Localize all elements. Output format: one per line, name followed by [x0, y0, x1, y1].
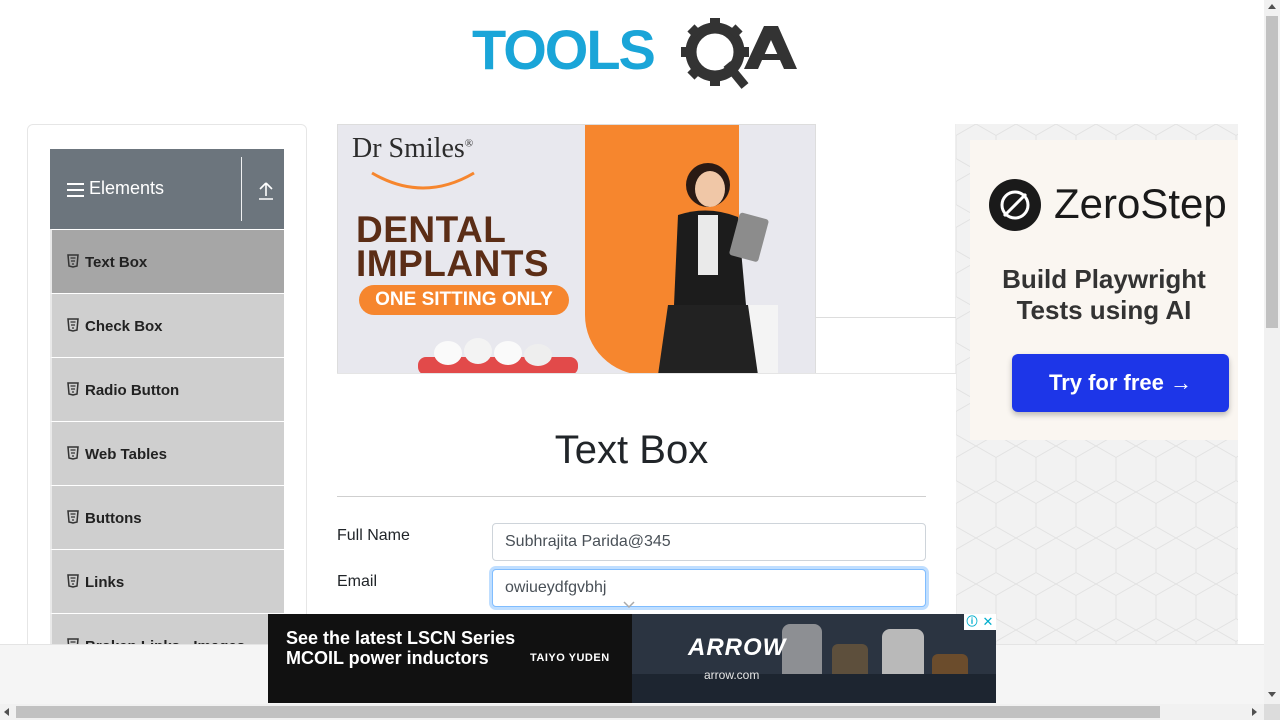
zerostep-tagline-line1: Build Playwright	[1002, 264, 1206, 294]
left-panel: Elements Text Box Check Box Radio Button…	[27, 124, 307, 654]
html5-icon	[67, 382, 79, 396]
scroll-down-icon[interactable]	[1268, 692, 1276, 697]
registered-mark: ®	[464, 137, 474, 150]
email-input[interactable]	[492, 569, 926, 607]
scroll-up-icon[interactable]	[1268, 4, 1276, 9]
ad-sponsor: TAIYO YUDEN	[530, 652, 610, 664]
banner-brand-text: Dr Smiles	[352, 133, 465, 164]
banner-brand: Dr Smiles®	[352, 133, 473, 165]
banner-headline: DENTAL IMPLANTS	[356, 209, 550, 284]
components-photo	[632, 614, 996, 703]
scrollbar-corner	[1264, 704, 1280, 720]
sidebar-item-text-box[interactable]: Text Box	[50, 229, 284, 293]
zerostep-brand: ZeroStep	[1054, 180, 1227, 227]
full-name-label: Full Name	[337, 527, 410, 544]
zerostep-card: ZeroStep Build Playwright Tests using AI…	[970, 140, 1238, 440]
sidebar-item-radio-button[interactable]: Radio Button	[50, 357, 284, 421]
ad-headline: See the latest LSCN Series MCOIL power i…	[286, 628, 516, 668]
zerostep-logo-icon	[989, 179, 1041, 231]
sidebar-item-links[interactable]: Links	[50, 549, 284, 613]
hamburger-icon	[67, 183, 84, 197]
zerostep-ad[interactable]: ZeroStep Build Playwright Tests using AI…	[956, 124, 1238, 654]
sidebar-item-label: Web Tables	[85, 446, 167, 463]
horizontal-scrollbar[interactable]	[0, 704, 1264, 720]
svg-text:TOOLS: TOOLS	[472, 18, 655, 81]
sidebar-item-label: Radio Button	[85, 382, 180, 399]
zerostep-tagline-line2: Tests using AI	[1016, 295, 1192, 325]
html5-icon	[67, 318, 79, 332]
full-name-input[interactable]	[492, 523, 926, 561]
html5-icon	[67, 510, 79, 524]
site-header: TOOLS	[0, 0, 1264, 110]
group-title: Elements	[89, 178, 165, 198]
arrow-logo: ARROW	[688, 634, 787, 661]
sidebar-item-label: Buttons	[85, 510, 142, 527]
smile-icon	[371, 171, 475, 190]
sidebar-item-buttons[interactable]: Buttons	[50, 485, 284, 549]
page-title: Text Box	[554, 428, 709, 472]
html5-icon	[67, 574, 79, 588]
woman-with-tablet-image	[658, 163, 778, 373]
elements-group-header[interactable]: Elements	[50, 149, 284, 229]
arrow-bottom-ad[interactable]: See the latest LSCN Series MCOIL power i…	[268, 614, 996, 703]
ad-close-icon[interactable]: ✕	[980, 614, 996, 630]
sidebar-item-label: Text Box	[85, 254, 148, 271]
teeth-image	[418, 338, 578, 373]
ad-text-area: See the latest LSCN Series MCOIL power i…	[268, 614, 632, 703]
zerostep-tagline: Build Playwright Tests using AI	[970, 264, 1238, 326]
chevron-down-icon	[623, 601, 635, 609]
title-divider	[337, 496, 926, 497]
sidebar-item-label: Links	[85, 574, 125, 591]
horizontal-scroll-thumb[interactable]	[16, 706, 1160, 718]
try-for-free-button[interactable]: Try for free →	[1012, 354, 1229, 412]
banner-headline-line2: IMPLANTS	[356, 243, 550, 284]
vertical-scrollbar[interactable]	[1264, 0, 1280, 704]
arrow-url: arrow.com	[704, 668, 760, 682]
email-label: Email	[337, 573, 378, 590]
sidebar-item-check-box[interactable]: Check Box	[50, 293, 284, 357]
html5-icon	[67, 254, 79, 268]
toolsqa-logo[interactable]: TOOLS	[472, 14, 797, 92]
sidebar-item-web-tables[interactable]: Web Tables	[50, 421, 284, 485]
header-divider	[241, 157, 242, 221]
ad-divider	[337, 373, 956, 374]
ad-info-icon[interactable]: ⓘ	[964, 614, 980, 630]
scroll-right-icon[interactable]	[1252, 708, 1257, 716]
banner-headline-line1: DENTAL	[356, 209, 507, 250]
banner-cta: ONE SITTING ONLY	[359, 285, 569, 315]
ad-divider	[816, 317, 956, 318]
sidebar-item-label: Check Box	[85, 318, 163, 335]
html5-icon	[67, 446, 79, 460]
vertical-scroll-thumb[interactable]	[1266, 16, 1278, 328]
elements-menu: Text Box Check Box Radio Button Web Tabl…	[50, 229, 284, 653]
scroll-left-icon[interactable]	[4, 708, 9, 716]
dental-banner-ad[interactable]: Dr Smiles® DENTAL IMPLANTS ONE SITTING O…	[337, 124, 816, 374]
upload-icon[interactable]	[258, 179, 274, 201]
